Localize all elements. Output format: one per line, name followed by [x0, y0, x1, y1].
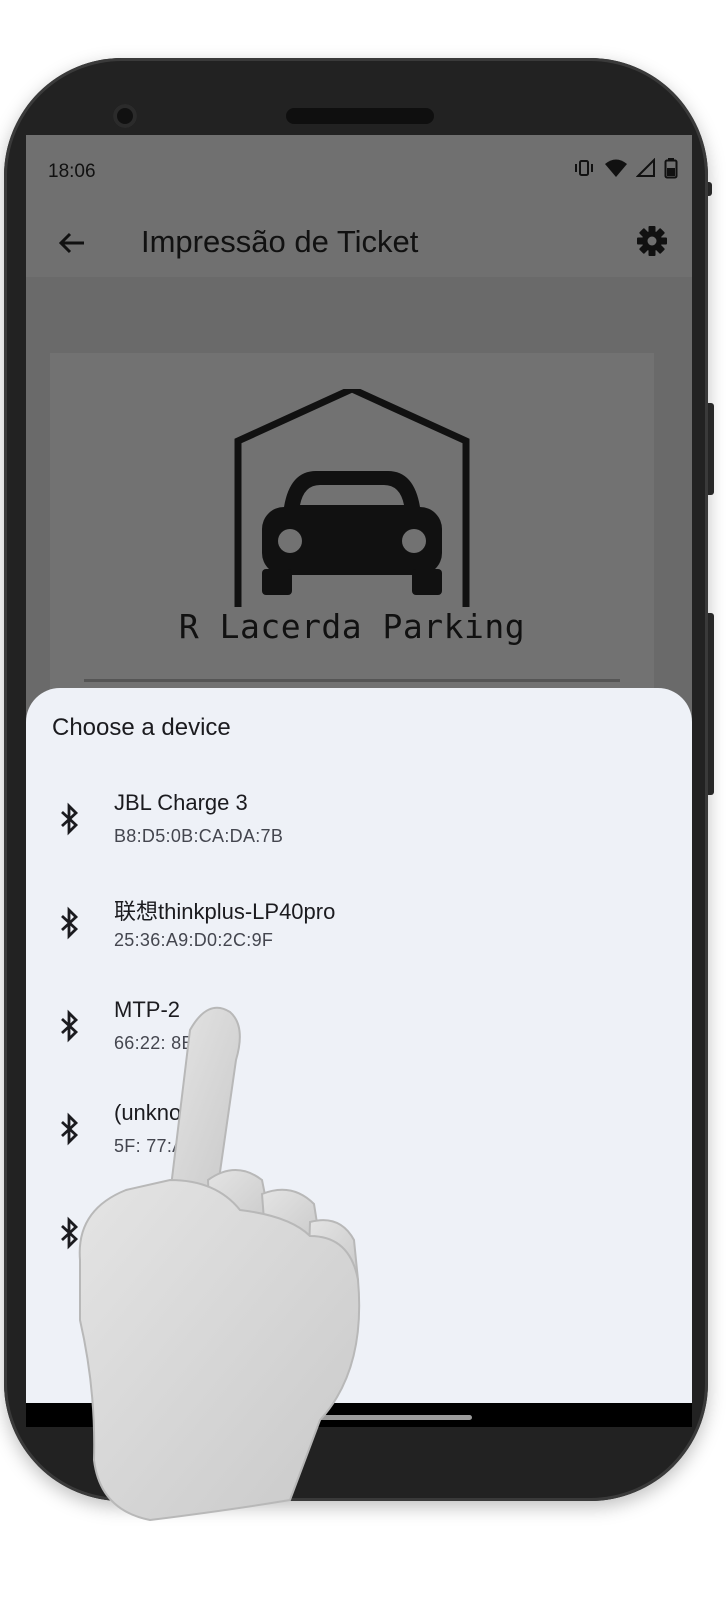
bluetooth-icon — [56, 906, 84, 940]
arrow-back-icon[interactable] — [56, 227, 88, 259]
device-address: B8:D5:0B:CA:DA:7B — [114, 826, 284, 846]
bluetooth-icon — [56, 802, 84, 836]
device-name: JBL Charge 3 — [114, 790, 248, 815]
garage-car-logo-icon — [232, 385, 472, 609]
front-camera — [113, 104, 137, 128]
wifi-icon — [604, 158, 628, 178]
page-title: Impressão de Ticket — [141, 224, 419, 259]
cell-signal-icon — [636, 158, 656, 178]
device-name: 联想thinkplus-LP40pro — [114, 899, 336, 924]
gear-icon[interactable] — [634, 223, 670, 259]
sheet-title: Choose a device — [52, 714, 231, 741]
device-address: 25:36:A9:D0:2C:9F — [114, 930, 274, 950]
battery-icon — [664, 157, 678, 179]
app-bar: Impressão de Ticket — [26, 207, 692, 277]
pointing-hand-icon — [40, 990, 380, 1550]
device-item[interactable]: JBL Charge 3 B8:D5:0B:CA:DA:7B — [26, 776, 692, 880]
status-icons — [572, 157, 678, 179]
status-time: 18:06 — [48, 161, 96, 182]
vibrate-icon — [572, 158, 596, 178]
earpiece-speaker — [286, 108, 434, 124]
status-bar: 18:06 — [26, 135, 692, 207]
device-item[interactable]: 联想thinkplus-LP40pro 25:36:A9:D0:2C:9F — [26, 880, 692, 984]
ticket-preview: R Lacerda Parking — [50, 353, 654, 713]
brand-name: R Lacerda Parking — [178, 607, 526, 646]
ticket-divider — [84, 679, 620, 682]
